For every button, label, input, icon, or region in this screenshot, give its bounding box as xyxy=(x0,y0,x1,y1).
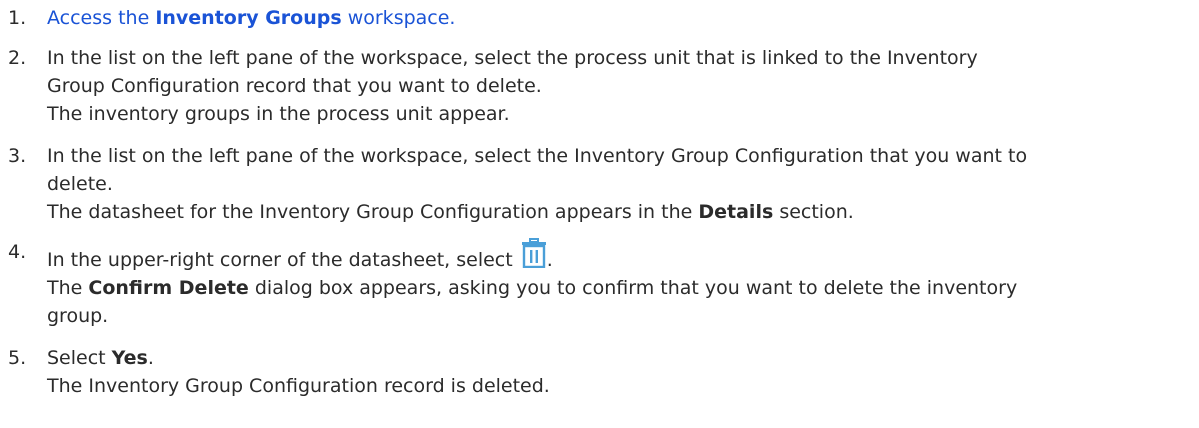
step-line: Group Configuration record that you want… xyxy=(47,75,542,97)
step-number: 3. xyxy=(8,145,27,167)
step-line: In the upper-right corner of the datashe… xyxy=(47,238,1167,274)
link-text-post: workspace. xyxy=(341,7,456,29)
step-4: 4. In the upper-right corner of the data… xyxy=(8,238,1188,330)
details-section-label: Details xyxy=(698,201,774,223)
link-text-pre: Access the xyxy=(47,7,156,29)
step-result: group. xyxy=(47,305,109,327)
step-line: delete. xyxy=(47,173,113,195)
instruction-text: . xyxy=(546,249,553,271)
step-5: 5. Select Yes. The Inventory Group Confi… xyxy=(8,344,1188,400)
link-text-bold: Inventory Groups xyxy=(155,7,342,29)
step-line: In the list on the left pane of the work… xyxy=(47,145,1028,167)
inventory-groups-workspace-link[interactable]: Access the Inventory Groups workspace. xyxy=(47,7,455,29)
step-result: The inventory groups in the process unit… xyxy=(47,103,510,125)
step-result: The datasheet for the Inventory Group Co… xyxy=(47,198,1167,226)
step-line: Select Yes. xyxy=(47,344,1167,372)
step-text: In the upper-right corner of the datashe… xyxy=(47,238,1167,330)
step-text: Access the Inventory Groups workspace. xyxy=(47,4,1167,32)
step-number: 2. xyxy=(8,47,27,69)
result-text: dialog box appears, asking you to confir… xyxy=(248,277,1018,299)
step-number: 5. xyxy=(8,347,27,369)
step-text: In the list on the left pane of the work… xyxy=(47,142,1167,226)
trash-icon[interactable] xyxy=(521,238,547,268)
step-1: 1. Access the Inventory Groups workspace… xyxy=(8,4,1188,32)
instruction-text: . xyxy=(147,347,154,369)
confirm-delete-label: Confirm Delete xyxy=(88,277,249,299)
step-number: 4. xyxy=(8,241,27,263)
result-text: The datasheet for the Inventory Group Co… xyxy=(47,201,699,223)
instruction-text: In the upper-right corner of the datashe… xyxy=(47,249,519,271)
result-text: section. xyxy=(773,201,854,223)
step-2: 2. In the list on the left pane of the w… xyxy=(8,44,1188,128)
step-text: In the list on the left pane of the work… xyxy=(47,44,1167,128)
step-line: In the list on the left pane of the work… xyxy=(47,47,978,69)
yes-label: Yes xyxy=(111,347,148,369)
result-text: The xyxy=(47,277,89,299)
step-text: Select Yes. The Inventory Group Configur… xyxy=(47,344,1167,400)
step-result: The Confirm Delete dialog box appears, a… xyxy=(47,274,1167,302)
step-number: 1. xyxy=(8,7,27,29)
instruction-text: Select xyxy=(47,347,112,369)
step-result: The Inventory Group Configuration record… xyxy=(47,375,550,397)
step-3: 3. In the list on the left pane of the w… xyxy=(8,142,1188,226)
